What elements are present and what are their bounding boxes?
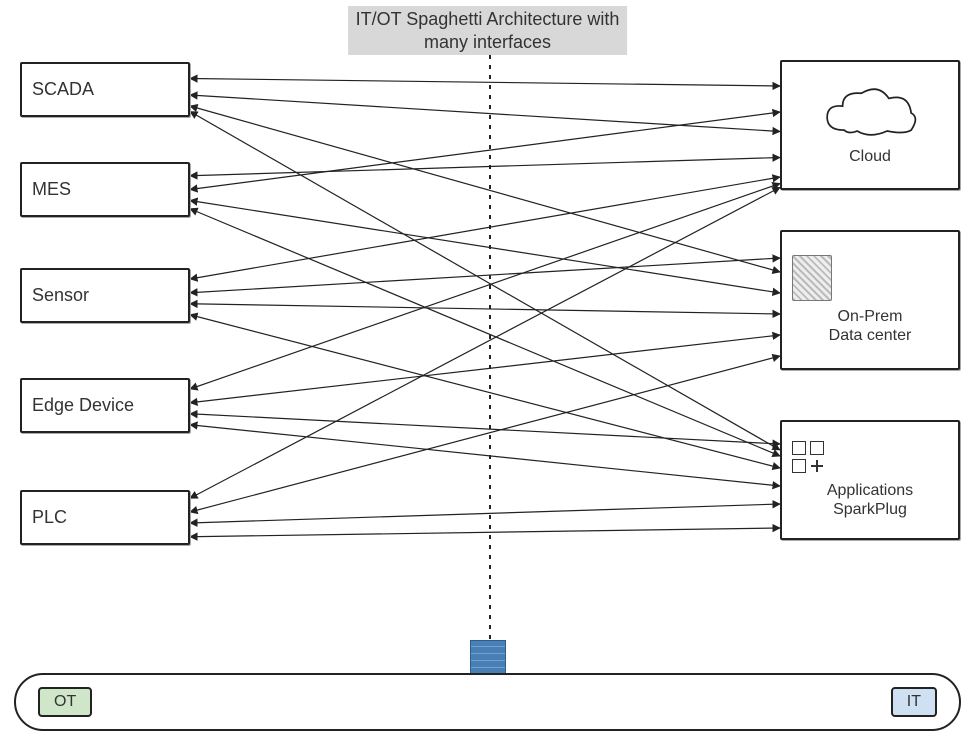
connection-plc-onprem (190, 356, 780, 512)
node-cloud: Cloud (780, 60, 960, 190)
node-plc: PLC (20, 490, 190, 545)
node-label: PLC (32, 507, 67, 528)
connection-mes-onprem (190, 201, 780, 294)
node-label: Sensor (32, 285, 89, 306)
connection-plc-apps (190, 504, 780, 523)
node-label: MES (32, 179, 71, 200)
node-scada: SCADA (20, 62, 190, 117)
node-label: SCADA (32, 79, 94, 100)
connection-sensor-onprem (190, 304, 780, 314)
connection-scada-apps (190, 112, 780, 451)
diagram-title: IT/OT Spaghetti Architecture with many i… (348, 6, 628, 55)
server-icon (792, 255, 832, 301)
connection-plc-apps (190, 528, 780, 537)
connection-sensor-onprem (190, 258, 780, 293)
connection-edge-onprem (190, 335, 780, 403)
apps-icon (792, 441, 826, 475)
connection-mes-cloud (190, 158, 780, 176)
node-sensor: Sensor (20, 268, 190, 323)
connection-mes-cloud (190, 112, 780, 190)
connection-scada-onprem (190, 106, 780, 272)
legend-bar: OT IT (14, 673, 961, 731)
diagram-stage: IT/OT Spaghetti Architecture with many i… (0, 0, 975, 745)
node-mes: MES (20, 162, 190, 217)
connection-scada-cloud (190, 95, 780, 132)
title-line-1: IT/OT Spaghetti Architecture with (356, 9, 620, 29)
connection-mes-apps (190, 209, 780, 456)
node-label: Edge Device (32, 395, 134, 416)
connection-scada-cloud (190, 79, 780, 87)
connection-edge-cloud (190, 184, 780, 390)
it-tag: IT (891, 687, 937, 717)
title-line-2: many interfaces (356, 31, 620, 54)
node-onprem: On-PremData center (780, 230, 960, 370)
ot-tag: OT (38, 687, 92, 717)
connection-sensor-apps (190, 315, 780, 468)
connection-edge-apps (190, 414, 780, 444)
node-label: Cloud (849, 147, 891, 166)
connection-sensor-cloud (190, 177, 780, 279)
connection-plc-cloud (190, 187, 780, 498)
connection-edge-apps (190, 425, 780, 486)
node-apps: ApplicationsSparkPlug (780, 420, 960, 540)
cloud-icon (815, 83, 925, 143)
node-label: ApplicationsSparkPlug (827, 481, 913, 519)
node-edge: Edge Device (20, 378, 190, 433)
node-label: On-PremData center (829, 307, 912, 345)
